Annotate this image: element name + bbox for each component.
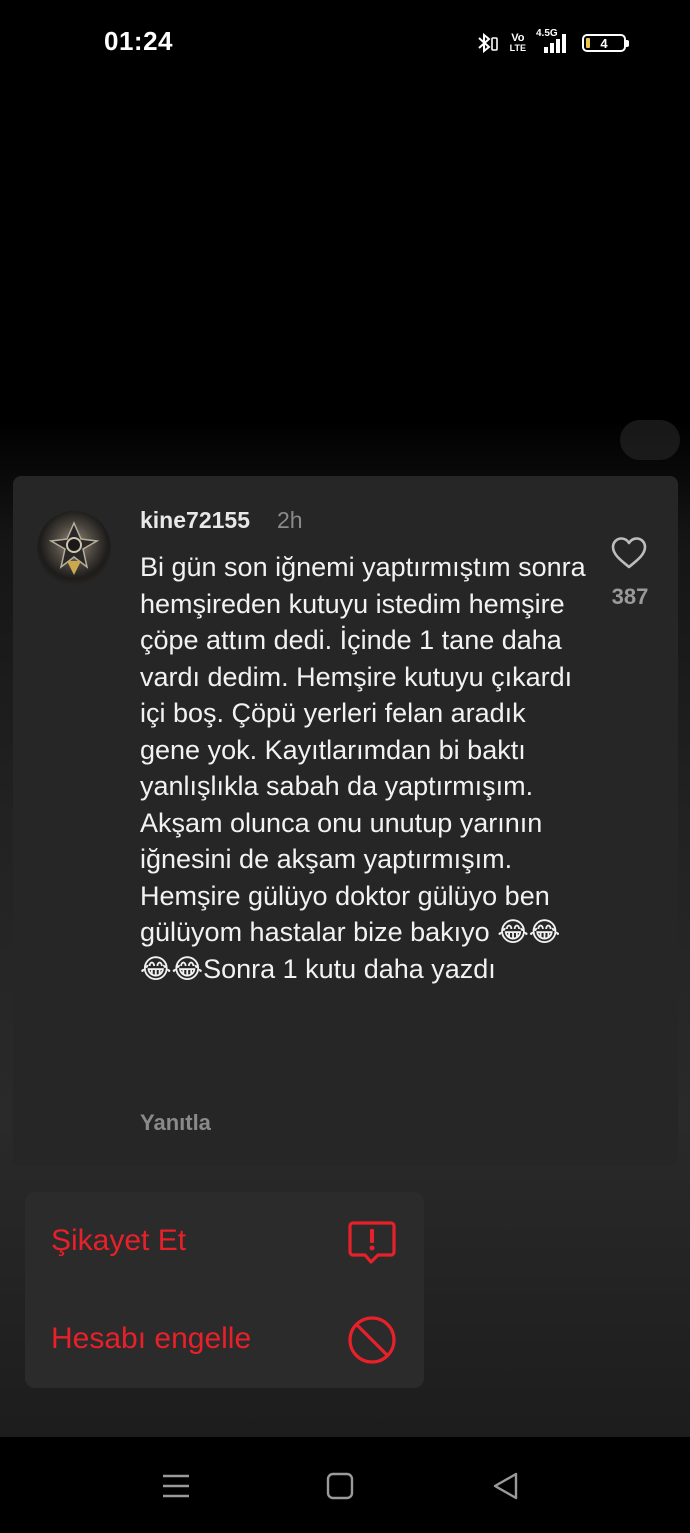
avatar-image [48, 521, 100, 575]
context-menu: Şikayet Et Hesabı engelle [25, 1192, 424, 1388]
like-count: 387 [611, 584, 649, 609]
battery-fill [586, 38, 590, 48]
menu-icon[interactable] [159, 1469, 193, 1503]
avatar[interactable] [37, 511, 111, 585]
status-icons: Vo LTE 4.5G 4 [474, 29, 629, 56]
volte-top-label: Vo [511, 32, 525, 44]
back-icon[interactable] [489, 1469, 523, 1503]
battery-level: 4 [600, 35, 608, 51]
report-icon [348, 1221, 396, 1264]
navigation-bar [0, 1437, 690, 1533]
status-time: 01:24 [104, 26, 173, 56]
comment-text: Bi gün son iğnemi yaptırmıştım sonra hem… [140, 552, 594, 984]
volte-icon: Vo LTE [509, 32, 526, 54]
battery-icon: 4 [582, 34, 629, 52]
menu-item-block[interactable]: Hesabı engelle [25, 1290, 424, 1388]
heart-icon[interactable] [610, 536, 648, 570]
background-blur-spot [620, 420, 680, 460]
menu-item-label: Şikayet Et [51, 1224, 187, 1257]
comment-username[interactable]: kine72155 [140, 507, 250, 534]
block-icon [348, 1316, 396, 1364]
menu-item-report[interactable]: Şikayet Et [25, 1192, 424, 1290]
bluetooth-icon [477, 32, 498, 54]
menu-item-label: Hesabı engelle [51, 1322, 252, 1355]
status-bar: 01:24 Vo LTE 4.5G 4 [0, 0, 690, 72]
comment-card: kine72155 2h Bi gün son iğnemi yaptırmış… [13, 476, 678, 1166]
volte-bottom-label: LTE [509, 43, 526, 53]
home-icon[interactable] [323, 1469, 357, 1503]
signal-icon: 4.5G [536, 29, 572, 55]
comment-timestamp: 2h [277, 507, 303, 533]
reply-button[interactable]: Yanıtla [140, 1110, 211, 1136]
